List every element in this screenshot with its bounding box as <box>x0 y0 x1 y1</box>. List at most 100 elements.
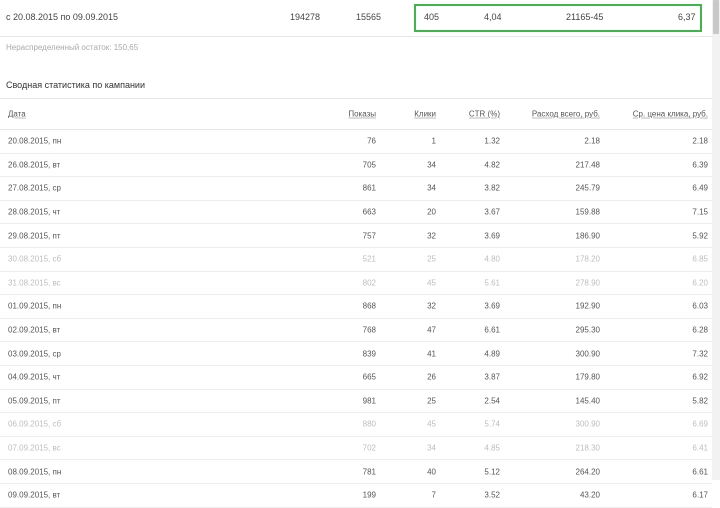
cell-date: 20.08.2015, пн <box>8 136 62 146</box>
table-row: 29.08.2015, пт 757 32 3.69 186.90 5.92 <box>0 224 712 248</box>
stats-table: Дата Показы Клики CTR (%) Расход всего, … <box>0 98 712 508</box>
cell-shows: 981 <box>362 396 376 406</box>
cell-clicks: 45 <box>427 278 436 288</box>
table-row: 04.09.2015, чт 665 26 3.87 179.80 6.92 <box>0 366 712 390</box>
cell-cpc: 7.32 <box>692 349 708 359</box>
highlight-box <box>414 4 702 32</box>
table-row: 08.09.2015, пн 781 40 5.12 264.20 6.61 <box>0 460 712 484</box>
cell-shows: 880 <box>362 419 376 429</box>
cell-clicks: 7 <box>431 490 436 500</box>
cell-shows: 802 <box>362 278 376 288</box>
cell-cost: 218.30 <box>575 443 600 453</box>
cell-cost: 217.48 <box>575 160 600 170</box>
cell-shows: 705 <box>362 160 376 170</box>
cell-shows: 663 <box>362 207 376 217</box>
summary-period: c 20.08.2015 по 09.09.2015 <box>6 12 118 22</box>
cell-ctr: 2.54 <box>484 396 500 406</box>
cell-clicks: 47 <box>427 325 436 335</box>
cell-shows: 861 <box>362 183 376 193</box>
summary-shows: 194278 <box>290 12 321 22</box>
header-cost[interactable]: Расход всего, руб. <box>532 110 600 119</box>
table-row: 09.09.2015, вт 199 7 3.52 43.20 6.17 <box>0 484 712 508</box>
cell-shows: 665 <box>362 372 376 382</box>
table-row: 02.09.2015, вт 768 47 6.61 295.30 6.28 <box>0 319 712 343</box>
cell-date: 06.09.2015, сб <box>8 419 62 429</box>
section-title: Сводная статистика по кампании <box>6 80 145 90</box>
cell-date: 09.09.2015, вт <box>8 490 61 500</box>
cell-date: 26.08.2015, вт <box>8 160 61 170</box>
cell-cpc: 7.15 <box>692 207 708 217</box>
cell-cpc: 6.17 <box>692 490 708 500</box>
cell-ctr: 4.85 <box>484 443 500 453</box>
summary-clicks: 15565 <box>356 12 382 22</box>
table-row: 28.08.2015, чт 663 20 3.67 159.88 7.15 <box>0 201 712 225</box>
cell-cpc: 6.92 <box>692 372 708 382</box>
header-shows[interactable]: Показы <box>348 110 376 119</box>
table-row: 20.08.2015, пн 76 1 1.32 2.18 2.18 <box>0 130 712 154</box>
cell-cpc: 6.41 <box>692 443 708 453</box>
cell-shows: 702 <box>362 443 376 453</box>
cell-date: 04.09.2015, чт <box>8 372 61 382</box>
cell-cost: 192.90 <box>575 301 600 311</box>
cell-shows: 76 <box>367 136 376 146</box>
cell-cpc: 6.49 <box>692 183 708 193</box>
cell-cost: 43.20 <box>579 490 600 500</box>
cell-ctr: 4.80 <box>484 254 500 264</box>
cell-date: 01.09.2015, пн <box>8 301 62 311</box>
cell-shows: 757 <box>362 231 376 241</box>
cell-clicks: 34 <box>427 183 436 193</box>
cell-clicks: 34 <box>427 443 436 453</box>
cell-date: 31.08.2015, вс <box>8 278 61 288</box>
header-clicks[interactable]: Клики <box>414 110 436 119</box>
scroll-thumb[interactable] <box>713 0 719 34</box>
cell-ctr: 3.52 <box>484 490 500 500</box>
unallocated-balance-note: Нераспределенный остаток: 150,65 <box>6 43 139 52</box>
header-date[interactable]: Дата <box>8 110 26 119</box>
cell-cpc: 6.85 <box>692 254 708 264</box>
cell-date: 28.08.2015, чт <box>8 207 61 217</box>
cell-cpc: 6.03 <box>692 301 708 311</box>
cell-date: 29.08.2015, пт <box>8 231 61 241</box>
table-row: 30.08.2015, сб 521 25 4.80 178.20 6.85 <box>0 248 712 272</box>
cell-cost: 278.90 <box>575 278 600 288</box>
cell-cost: 264.20 <box>575 467 600 477</box>
scrollbar[interactable] <box>712 0 720 480</box>
cell-shows: 781 <box>362 467 376 477</box>
cell-ctr: 4.82 <box>484 160 500 170</box>
table-row: 05.09.2015, пт 981 25 2.54 145.40 5.82 <box>0 390 712 414</box>
table-row: 03.09.2015, ср 839 41 4.89 300.90 7.32 <box>0 342 712 366</box>
cell-cost: 178.20 <box>575 254 600 264</box>
cell-shows: 199 <box>362 490 376 500</box>
cell-cost: 245.79 <box>575 183 600 193</box>
cell-cpc: 6.69 <box>692 419 708 429</box>
cell-shows: 768 <box>362 325 376 335</box>
cell-clicks: 32 <box>427 231 436 241</box>
cell-date: 05.09.2015, пт <box>8 396 61 406</box>
cell-ctr: 1.32 <box>484 136 500 146</box>
table-row: 31.08.2015, вс 802 45 5.61 278.90 6.20 <box>0 272 712 296</box>
cell-date: 02.09.2015, вт <box>8 325 61 335</box>
cell-date: 30.08.2015, сб <box>8 254 62 264</box>
cell-ctr: 5.74 <box>484 419 500 429</box>
table-row: 27.08.2015, ср 861 34 3.82 245.79 6.49 <box>0 177 712 201</box>
cell-ctr: 6.61 <box>484 325 500 335</box>
summary-row: c 20.08.2015 по 09.09.2015 194278 15565 … <box>0 0 712 37</box>
cell-cost: 145.40 <box>575 396 600 406</box>
cell-ctr: 5.12 <box>484 467 500 477</box>
header-cpc[interactable]: Ср. цена клика, руб. <box>633 110 708 119</box>
cell-clicks: 20 <box>427 207 436 217</box>
table-row: 26.08.2015, вт 705 34 4.82 217.48 6.39 <box>0 154 712 178</box>
cell-cost: 186.90 <box>575 231 600 241</box>
cell-ctr: 3.87 <box>484 372 500 382</box>
header-ctr[interactable]: CTR (%) <box>469 110 500 119</box>
cell-clicks: 34 <box>427 160 436 170</box>
table-row: 06.09.2015, сб 880 45 5.74 300.90 6.69 <box>0 413 712 437</box>
table-header: Дата Показы Клики CTR (%) Расход всего, … <box>0 98 712 130</box>
cell-cost: 295.30 <box>575 325 600 335</box>
cell-ctr: 3.67 <box>484 207 500 217</box>
cell-ctr: 3.69 <box>484 301 500 311</box>
cell-date: 08.09.2015, пн <box>8 467 62 477</box>
cell-clicks: 32 <box>427 301 436 311</box>
table-row: 01.09.2015, пн 868 32 3.69 192.90 6.03 <box>0 295 712 319</box>
cell-date: 07.09.2015, вс <box>8 443 61 453</box>
